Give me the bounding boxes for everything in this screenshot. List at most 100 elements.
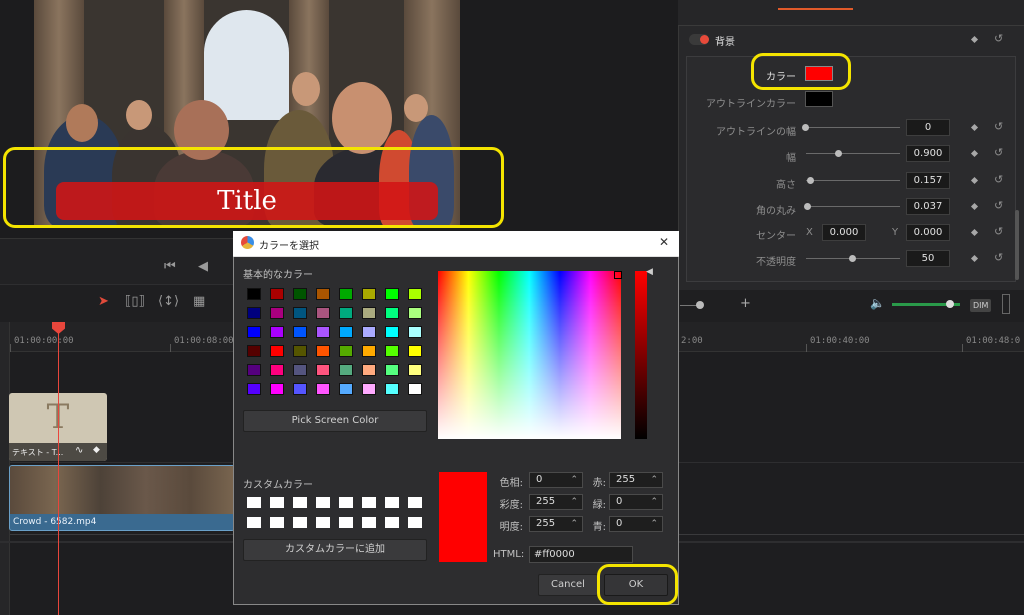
reset-icon[interactable]: ↺ <box>994 199 1003 212</box>
property-slider[interactable] <box>806 127 900 128</box>
custom-color-swatch[interactable] <box>339 517 353 528</box>
jump-start-icon[interactable]: ⏮ <box>164 259 176 274</box>
video-clip[interactable]: Crowd - 6582.mp4 <box>9 465 235 531</box>
basic-color-swatch[interactable] <box>408 364 422 376</box>
inspector-scrollbar[interactable] <box>1015 210 1019 280</box>
basic-color-swatch[interactable] <box>270 307 284 319</box>
custom-color-swatch[interactable] <box>362 497 376 508</box>
basic-color-swatch[interactable] <box>362 307 376 319</box>
custom-color-swatch[interactable] <box>247 497 261 508</box>
basic-color-swatch[interactable] <box>316 288 330 300</box>
volume-knob[interactable] <box>946 300 954 308</box>
hue-saturation-field[interactable] <box>438 271 621 439</box>
custom-color-swatch[interactable] <box>408 517 422 528</box>
basic-color-swatch[interactable] <box>385 326 399 338</box>
basic-color-swatch[interactable] <box>385 345 399 357</box>
custom-color-swatch[interactable] <box>293 497 307 508</box>
basic-color-swatch[interactable] <box>247 383 261 395</box>
value-slider-arrow-icon[interactable]: ◀ <box>646 267 653 277</box>
custom-color-swatch[interactable] <box>362 517 376 528</box>
property-slider-knob[interactable] <box>835 150 842 157</box>
basic-color-swatch[interactable] <box>385 364 399 376</box>
basic-color-swatch[interactable] <box>316 364 330 376</box>
property-slider[interactable] <box>806 206 900 207</box>
basic-color-swatch[interactable] <box>247 288 261 300</box>
basic-color-swatch[interactable] <box>316 383 330 395</box>
basic-color-swatch[interactable] <box>247 364 261 376</box>
reset-icon[interactable]: ↺ <box>994 225 1003 238</box>
basic-color-swatch[interactable] <box>247 307 261 319</box>
value-slider[interactable] <box>635 271 647 439</box>
reverse-play-icon[interactable]: ◀ <box>198 259 208 274</box>
basic-color-swatch[interactable] <box>339 364 353 376</box>
property-value-field[interactable]: 0.037 <box>906 198 950 215</box>
basic-color-swatch[interactable] <box>270 288 284 300</box>
background-toggle-dot[interactable] <box>700 35 709 44</box>
property-slider[interactable] <box>806 153 900 154</box>
basic-color-swatch[interactable] <box>339 345 353 357</box>
outline-color-swatch[interactable] <box>805 91 833 107</box>
playhead-line[interactable] <box>58 330 59 615</box>
basic-color-swatch[interactable] <box>339 307 353 319</box>
select-tool-icon[interactable]: ➤ <box>98 294 109 309</box>
property-slider[interactable] <box>806 180 900 181</box>
reset-icon[interactable]: ↺ <box>994 146 1003 159</box>
basic-color-swatch[interactable] <box>293 383 307 395</box>
basic-color-swatch[interactable] <box>293 307 307 319</box>
keyframe-icon[interactable]: ◆ <box>93 445 100 455</box>
basic-color-swatch[interactable] <box>270 345 284 357</box>
basic-color-swatch[interactable] <box>408 288 422 300</box>
basic-color-swatch[interactable] <box>270 364 284 376</box>
basic-color-swatch[interactable] <box>270 326 284 338</box>
basic-color-swatch[interactable] <box>362 288 376 300</box>
custom-color-swatch[interactable] <box>293 517 307 528</box>
basic-color-swatch[interactable] <box>316 326 330 338</box>
blade-tool-icon[interactable]: ▦ <box>193 294 205 309</box>
basic-color-swatch[interactable] <box>293 364 307 376</box>
close-icon[interactable]: ✕ <box>659 235 669 249</box>
custom-color-swatch[interactable] <box>385 517 399 528</box>
basic-color-swatch[interactable] <box>362 345 376 357</box>
basic-color-swatch[interactable] <box>316 307 330 319</box>
basic-color-swatch[interactable] <box>362 326 376 338</box>
red-spinbox[interactable]: 255 ⌃ <box>609 472 663 488</box>
html-color-input[interactable]: #ff0000 <box>529 546 633 563</box>
custom-color-swatch[interactable] <box>247 517 261 528</box>
basic-color-swatch[interactable] <box>408 383 422 395</box>
custom-color-swatch[interactable] <box>316 517 330 528</box>
property-slider-knob[interactable] <box>802 124 809 131</box>
dynamic-trim-icon[interactable]: ⟨↕⟩ <box>158 294 179 309</box>
opacity-field[interactable]: 50 <box>906 250 950 267</box>
add-custom-color-button[interactable]: カスタムカラーに追加 <box>243 539 427 561</box>
custom-color-swatch[interactable] <box>408 497 422 508</box>
spin-arrows-icon[interactable]: ⌃ <box>650 495 658 509</box>
custom-color-swatch[interactable] <box>339 497 353 508</box>
volume-icon[interactable]: 🔈 <box>870 296 885 310</box>
value-spinbox[interactable]: 255 ⌃ <box>529 516 583 532</box>
blue-spinbox[interactable]: 0 ⌃ <box>609 516 663 532</box>
property-value-field[interactable]: 0.157 <box>906 172 950 189</box>
spin-arrows-icon[interactable]: ⌃ <box>650 473 658 487</box>
basic-color-swatch[interactable] <box>293 288 307 300</box>
basic-color-swatch[interactable] <box>293 345 307 357</box>
pick-screen-color-button[interactable]: Pick Screen Color <box>243 410 427 432</box>
spin-arrows-icon[interactable]: ⌃ <box>650 517 658 531</box>
basic-color-swatch[interactable] <box>339 383 353 395</box>
hue-spinbox[interactable]: 0 ⌃ <box>529 472 583 488</box>
basic-color-swatch[interactable] <box>362 383 376 395</box>
basic-color-swatch[interactable] <box>247 345 261 357</box>
custom-color-swatch[interactable] <box>270 517 284 528</box>
basic-color-swatch[interactable] <box>408 307 422 319</box>
basic-color-swatch[interactable] <box>385 307 399 319</box>
basic-color-swatch[interactable] <box>247 326 261 338</box>
basic-color-swatch[interactable] <box>408 345 422 357</box>
section-label[interactable]: 背景 <box>715 33 735 48</box>
property-value-field[interactable]: 0 <box>906 119 950 136</box>
property-slider-knob[interactable] <box>807 177 814 184</box>
basic-color-swatch[interactable] <box>385 288 399 300</box>
zoom-knob[interactable] <box>696 301 704 309</box>
zoom-in-icon[interactable]: + <box>740 296 751 311</box>
basic-color-swatch[interactable] <box>339 326 353 338</box>
dim-button[interactable]: DIM <box>970 299 992 312</box>
custom-color-swatch[interactable] <box>385 497 399 508</box>
